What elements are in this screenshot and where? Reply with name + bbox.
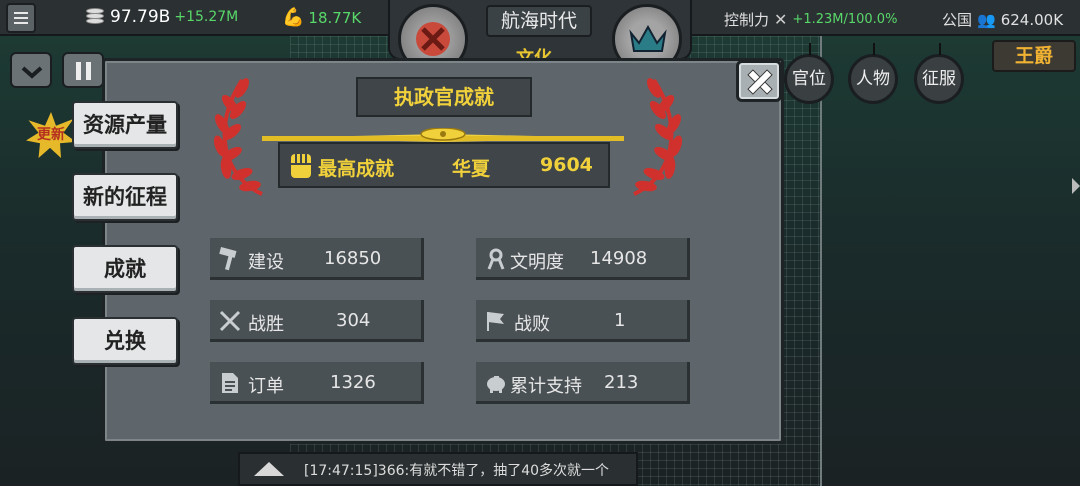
crown-icon <box>629 24 667 52</box>
strength-value: 18.77K <box>308 8 362 27</box>
rank-tab[interactable]: 王爵 <box>992 40 1076 72</box>
best-value: 9604 <box>540 154 593 176</box>
stat-total-support: 累计支持 213 <box>476 362 690 404</box>
stat-victories: 战胜 304 <box>210 300 424 342</box>
coins-delta: +15.27M <box>174 9 239 25</box>
fist-icon <box>291 154 311 178</box>
stat-value: 1326 <box>330 372 376 393</box>
control-percent: /100.0% <box>843 12 898 27</box>
stat-value: 14908 <box>590 248 648 269</box>
stat-civilization: 文明度 14908 <box>476 238 690 280</box>
collapse-button[interactable] <box>10 52 52 88</box>
era-title: 航海时代 <box>486 5 592 37</box>
crossed-swords-icon: ✕ <box>774 10 788 29</box>
population-value: 624.00K <box>1000 10 1064 29</box>
stat-label: 战胜 <box>248 314 284 335</box>
pause-icon <box>76 62 91 80</box>
modal-title: 执政官成就 <box>356 77 532 117</box>
stat-value: 16850 <box>324 248 382 269</box>
hammer-icon <box>219 247 237 271</box>
best-label: 最高成就 <box>318 158 395 180</box>
stat-label: 战败 <box>514 314 550 335</box>
office-button[interactable]: 官位 <box>784 43 834 104</box>
close-button[interactable] <box>736 60 782 102</box>
pause-button[interactable] <box>62 52 104 88</box>
conquest-button[interactable]: 征服 <box>914 43 964 104</box>
chat-message: [17:47:15]366:有就不错了，抽了40多次就一个 <box>304 463 610 479</box>
map-border-line <box>820 36 822 486</box>
strength-stat: 💪 18.77K <box>282 7 361 28</box>
population-stat: 公国 👥 624.00K <box>942 9 1063 30</box>
tab-achievements[interactable]: 成就 <box>72 245 178 293</box>
stat-defeats: 战败 1 <box>476 300 690 342</box>
document-icon <box>222 373 238 393</box>
stat-value: 1 <box>614 310 626 331</box>
crossed-swords-icon <box>219 310 241 332</box>
control-label: 控制力 <box>724 11 770 29</box>
menu-icon <box>14 12 28 14</box>
chevron-down-icon <box>21 66 43 79</box>
flag-icon <box>487 312 504 331</box>
tab-new-journey[interactable]: 新的征程 <box>72 173 178 221</box>
nation-label: 公国 <box>942 11 973 29</box>
best-civilization: 华夏 <box>452 158 491 180</box>
stat-value: 304 <box>336 310 371 331</box>
menu-button[interactable] <box>6 3 36 33</box>
tab-exchange[interactable]: 兑换 <box>72 317 178 365</box>
best-achievement-row: 最高成就 华夏 9604 <box>278 142 610 188</box>
control-stat: 控制力 ✕ +1.23M /100.0% <box>724 9 897 30</box>
ribbon-icon <box>487 248 505 270</box>
coins-icon <box>84 8 106 26</box>
stat-construction: 建设 16850 <box>210 238 424 280</box>
crossed-swords-icon <box>416 22 450 56</box>
control-delta: +1.23M <box>792 12 844 27</box>
people-button[interactable]: 人物 <box>848 43 898 104</box>
people-icon: 👥 <box>977 10 996 29</box>
piggy-bank-icon <box>487 376 505 393</box>
stat-label: 文明度 <box>510 252 564 273</box>
stat-orders: 订单 1326 <box>210 362 424 404</box>
stat-label: 建设 <box>248 252 284 273</box>
stat-label: 订单 <box>248 376 284 397</box>
stat-label: 累计支持 <box>510 376 582 397</box>
tab-resource-output[interactable]: 资源产量 <box>72 101 178 149</box>
coins-stat: 97.79B +15.27M <box>84 7 238 27</box>
expand-right-arrow-icon[interactable] <box>1072 178 1080 194</box>
gold-ornament-bar <box>262 128 624 142</box>
coins-value: 97.79B <box>110 7 171 27</box>
muscle-arm-icon: 💪 <box>282 7 305 28</box>
stat-value: 213 <box>604 372 639 393</box>
chat-expand-arrow-icon[interactable] <box>254 462 284 476</box>
